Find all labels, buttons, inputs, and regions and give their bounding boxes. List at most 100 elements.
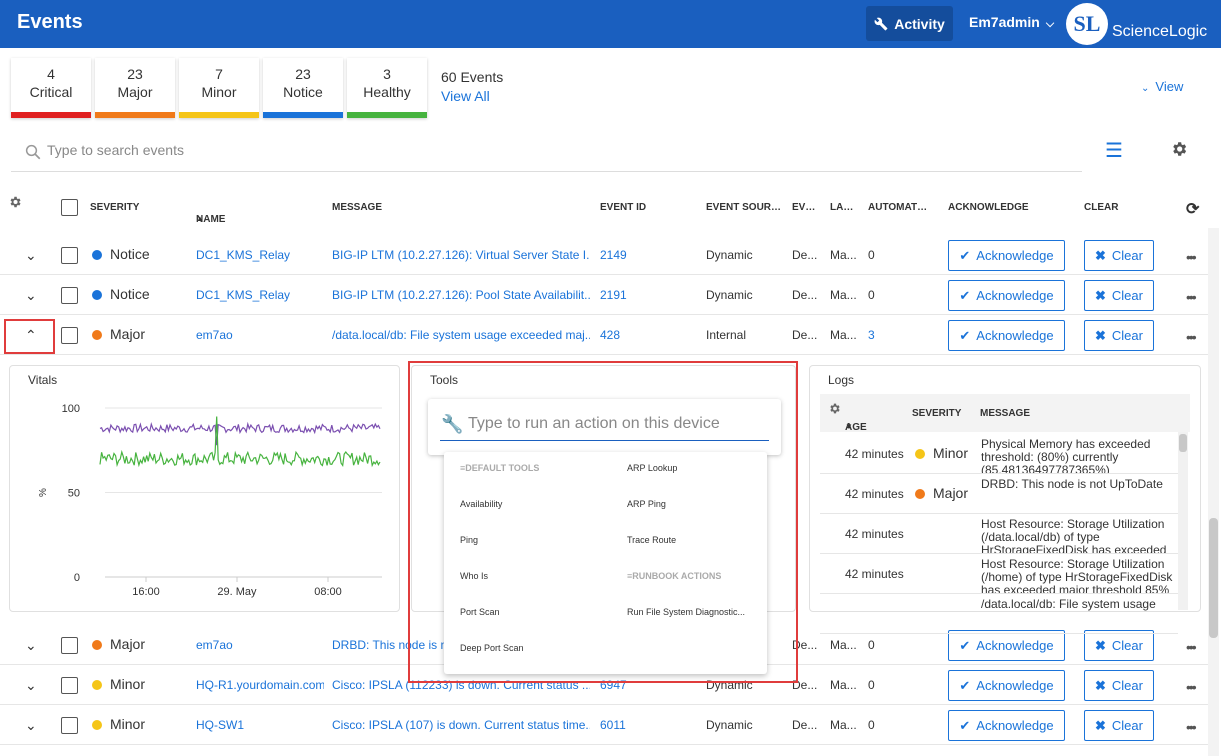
card-count: 4: [47, 66, 55, 82]
row-name[interactable]: DC1_KMS_Relay: [196, 288, 324, 302]
view-label: View: [1155, 79, 1184, 94]
col-automation[interactable]: AUTOMAT…: [868, 202, 927, 213]
more-options-icon[interactable]: •••: [1186, 639, 1197, 655]
card-label: Critical: [29, 84, 73, 100]
col-ev[interactable]: EV…: [792, 202, 815, 213]
row-checkbox[interactable]: [61, 247, 78, 264]
acknowledge-button[interactable]: ✔ Acknowledge: [948, 630, 1065, 661]
logs-col-message[interactable]: MESSAGE: [980, 408, 1030, 419]
acknowledge-button[interactable]: ✔ Acknowledge: [948, 320, 1065, 351]
clear-button[interactable]: ✖ Clear: [1084, 710, 1154, 741]
severity-bar: [263, 112, 343, 118]
acknowledge-label: Acknowledge: [976, 718, 1054, 733]
clear-button[interactable]: ✖ Clear: [1084, 630, 1154, 661]
user-menu[interactable]: Em7admin ⌵: [969, 14, 1054, 31]
col-event-id[interactable]: EVENT ID: [600, 202, 646, 213]
card-minor[interactable]: 7 Minor: [179, 58, 259, 118]
severity-bar: [347, 112, 427, 118]
chevron-down-icon[interactable]: ⌄: [25, 287, 37, 304]
more-options-icon[interactable]: •••: [1186, 289, 1197, 305]
card-notice[interactable]: 23 Notice: [263, 58, 343, 118]
chevron-down-icon[interactable]: ⌄: [25, 247, 37, 264]
card-label: Healthy: [363, 84, 411, 100]
col-la[interactable]: LA…: [830, 202, 853, 213]
severity-dot: [92, 680, 102, 690]
highlight-expand-toggle: [4, 319, 55, 354]
view-menu[interactable]: ⌄ View: [1141, 79, 1183, 94]
view-all-link[interactable]: View All: [441, 88, 490, 104]
row-checkbox[interactable]: [61, 637, 78, 654]
row-automation[interactable]: 3: [868, 328, 875, 342]
row-message[interactable]: /data.local/db: File system usage exceed…: [332, 328, 590, 342]
row-ev: De...: [792, 288, 818, 302]
log-row: 42 minutes Minor Physical Memory has excee…: [820, 434, 1178, 474]
vitals-chart: 100 50 0% 16:00 29. May 08:00: [38, 403, 382, 598]
select-all-checkbox[interactable]: [61, 199, 78, 216]
more-options-icon[interactable]: •••: [1186, 679, 1197, 695]
row-name[interactable]: DC1_KMS_Relay: [196, 248, 324, 262]
row-event-id[interactable]: 2191: [600, 288, 627, 302]
card-critical[interactable]: 4 Critical: [11, 58, 91, 118]
chevron-down-icon[interactable]: ⌄: [25, 677, 37, 694]
log-age: 42 minutes: [845, 487, 904, 501]
search-input[interactable]: [47, 142, 547, 158]
row-checkbox[interactable]: [61, 287, 78, 304]
row-automation: 0: [868, 678, 875, 692]
logo-mark: SL: [1066, 3, 1108, 45]
acknowledge-button[interactable]: ✔ Acknowledge: [948, 280, 1065, 311]
row-checkbox[interactable]: [61, 327, 78, 344]
refresh-icon[interactable]: ⟳: [1186, 199, 1199, 219]
logo-text: ScienceLogic: [1112, 23, 1208, 40]
row-event-id[interactable]: 428: [600, 328, 620, 342]
card-count: 23: [127, 66, 143, 82]
logs-col-severity[interactable]: SEVERITY: [912, 408, 961, 419]
clear-label: Clear: [1111, 678, 1143, 693]
col-severity[interactable]: SEVERITY: [90, 202, 139, 213]
acknowledge-button[interactable]: ✔ Acknowledge: [948, 240, 1065, 271]
scroll-thumb[interactable]: [1179, 434, 1187, 452]
list-view-icon[interactable]: ☰: [1105, 138, 1123, 163]
row-name[interactable]: em7ao: [196, 328, 324, 342]
logs-scrollbar[interactable]: [1178, 432, 1188, 610]
row-checkbox[interactable]: [61, 717, 78, 734]
acknowledge-button[interactable]: ✔ Acknowledge: [948, 670, 1065, 701]
row-name[interactable]: HQ-SW1: [196, 718, 324, 732]
scroll-thumb[interactable]: [1209, 518, 1218, 638]
table-row: ⌃ Major em7ao/data.local/db: File system u…: [0, 315, 1210, 355]
more-options-icon[interactable]: •••: [1186, 719, 1197, 735]
table-row: ⌄ Minor HQ-SW1 Cisco: IPSLA (107) is down. …: [0, 705, 1210, 745]
gear-icon[interactable]: [828, 402, 841, 415]
row-event-id[interactable]: 2149: [600, 248, 627, 262]
card-healthy[interactable]: 3 Healthy: [347, 58, 427, 118]
col-event-source[interactable]: EVENT SOUR…: [706, 202, 781, 213]
row-name[interactable]: HQ-R1.yourdomain.com: [196, 678, 324, 692]
clear-button[interactable]: ✖ Clear: [1084, 670, 1154, 701]
acknowledge-button[interactable]: ✔ Acknowledge: [948, 710, 1065, 741]
clear-button[interactable]: ✖ Clear: [1084, 320, 1154, 351]
more-options-icon[interactable]: •••: [1186, 249, 1197, 265]
chevron-down-icon[interactable]: ⌄: [25, 637, 37, 654]
column-settings-icon[interactable]: [8, 195, 22, 209]
row-name[interactable]: em7ao: [196, 638, 324, 652]
series-line: [99, 421, 381, 446]
row-checkbox[interactable]: [61, 677, 78, 694]
row-message[interactable]: BIG-IP LTM (10.2.27.126): Pool State Ava…: [332, 288, 590, 302]
chevron-down-icon: ⌄: [1141, 83, 1150, 94]
page-title: Events: [17, 11, 83, 33]
row-message[interactable]: Cisco: IPSLA (107) is down. Current stat…: [332, 718, 590, 732]
gear-icon[interactable]: [1170, 140, 1188, 158]
row-message[interactable]: BIG-IP LTM (10.2.27.126): Virtual Server…: [332, 248, 590, 262]
row-severity: Major: [110, 326, 146, 342]
chevron-down-icon[interactable]: ⌄: [25, 717, 37, 734]
card-major[interactable]: 23 Major: [95, 58, 175, 118]
col-message[interactable]: MESSAGE: [332, 202, 382, 213]
page-scrollbar[interactable]: [1208, 228, 1219, 756]
more-options-icon[interactable]: •••: [1186, 329, 1197, 345]
clear-button[interactable]: ✖ Clear: [1084, 280, 1154, 311]
row-event-id[interactable]: 6011: [600, 718, 626, 732]
clear-button[interactable]: ✖ Clear: [1084, 240, 1154, 271]
log-message: Host Resource: Storage Utilization (/hom…: [981, 557, 1173, 594]
activity-button[interactable]: Activity: [866, 6, 953, 41]
series-line: [99, 416, 381, 468]
row-la: Ma...: [830, 288, 857, 302]
